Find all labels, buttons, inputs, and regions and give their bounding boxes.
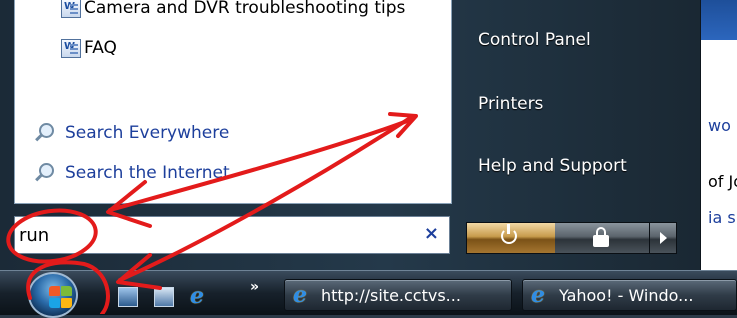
lock-icon-body bbox=[593, 235, 609, 247]
word-document-icon bbox=[61, 38, 81, 58]
internet-explorer-icon[interactable]: e bbox=[190, 284, 214, 308]
search-icon bbox=[33, 162, 55, 184]
search-icon bbox=[33, 122, 55, 144]
start-menu-programs-panel: Camera and DVR troubleshooting tips FAQ … bbox=[14, 0, 452, 204]
windows-logo-icon bbox=[28, 272, 78, 318]
background-text: wo bbox=[708, 116, 731, 135]
program-item-label: Camera and DVR troubleshooting tips bbox=[84, 0, 406, 18]
search-internet-link[interactable]: Search the Internet bbox=[33, 162, 230, 184]
switch-windows-icon[interactable] bbox=[154, 287, 174, 307]
taskbar-button-label: Yahoo! - Windo... bbox=[559, 285, 694, 305]
taskbar-button-yahoo[interactable]: e Yahoo! - Windo... bbox=[522, 279, 737, 311]
show-desktop-icon[interactable] bbox=[118, 287, 138, 307]
background-browser-page bbox=[700, 0, 737, 270]
search-link-label: Search the Internet bbox=[65, 163, 230, 183]
start-search-input[interactable] bbox=[19, 221, 409, 249]
internet-explorer-icon: e bbox=[531, 282, 545, 308]
shutdown-options-button[interactable] bbox=[649, 223, 676, 253]
search-everywhere-link[interactable]: Search Everywhere bbox=[33, 122, 229, 144]
start-search-box[interactable]: × bbox=[14, 216, 450, 254]
help-and-support-item[interactable]: Help and Support bbox=[478, 156, 627, 176]
lock-button[interactable] bbox=[555, 223, 649, 253]
start-button[interactable] bbox=[24, 270, 86, 318]
flag-red bbox=[49, 286, 60, 296]
control-panel-item[interactable]: Control Panel bbox=[478, 30, 591, 50]
quick-launch-overflow-icon[interactable]: » bbox=[250, 279, 259, 295]
program-item-camera-tips[interactable]: Camera and DVR troubleshooting tips bbox=[61, 0, 405, 18]
search-link-label: Search Everywhere bbox=[65, 123, 230, 143]
clear-search-icon[interactable]: × bbox=[424, 223, 439, 244]
power-button[interactable] bbox=[467, 223, 555, 253]
program-item-label: FAQ bbox=[84, 38, 117, 58]
background-text: of Jo bbox=[708, 172, 737, 191]
start-menu: Camera and DVR troubleshooting tips FAQ … bbox=[0, 0, 701, 270]
word-document-icon bbox=[61, 0, 81, 18]
program-item-faq[interactable]: FAQ bbox=[61, 38, 117, 58]
taskbar-button-cctv-site[interactable]: e http://site.cctvs... bbox=[284, 279, 512, 311]
taskbar-button-label: http://site.cctvs... bbox=[321, 285, 461, 305]
printers-item[interactable]: Printers bbox=[478, 94, 543, 114]
flag-yellow bbox=[61, 298, 72, 308]
power-icon bbox=[501, 224, 517, 244]
internet-explorer-icon: e bbox=[293, 282, 307, 308]
background-text: ia s bbox=[708, 208, 736, 227]
flag-green bbox=[61, 286, 72, 296]
power-controls bbox=[466, 222, 677, 254]
background-browser-header bbox=[700, 0, 737, 40]
flag-blue bbox=[49, 298, 60, 308]
